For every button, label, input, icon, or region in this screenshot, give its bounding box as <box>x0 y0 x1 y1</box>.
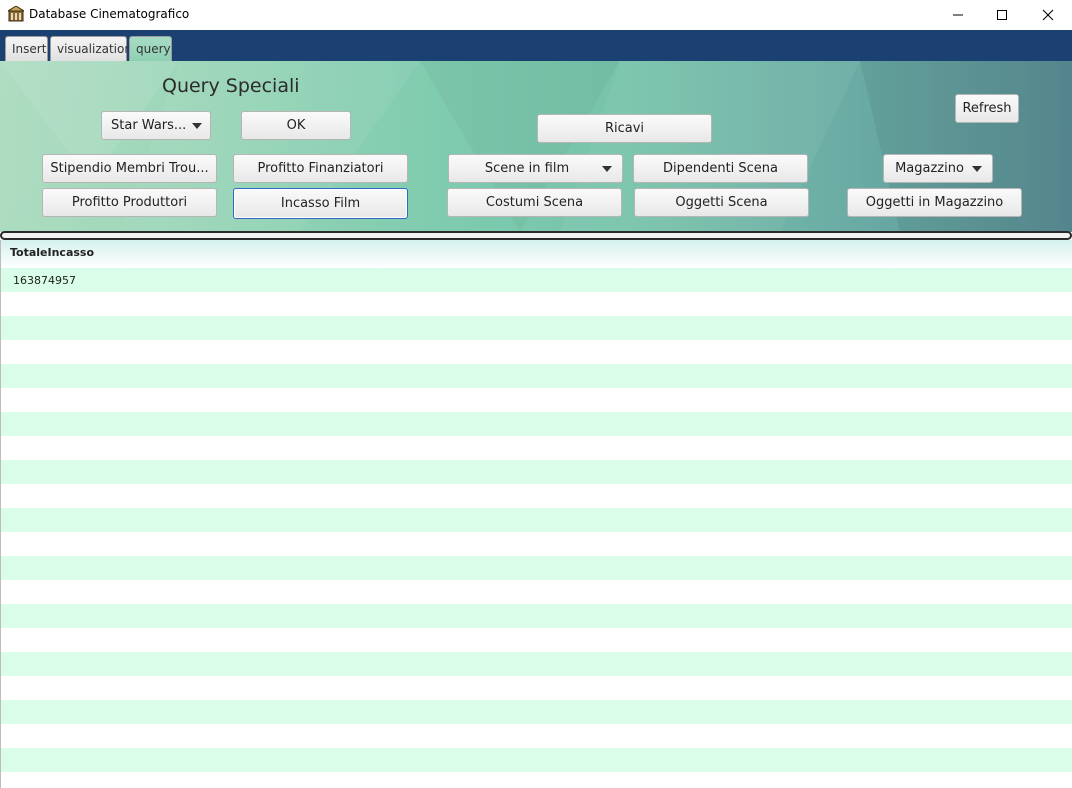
chevron-down-icon <box>192 122 203 129</box>
table-cell: 163874957 <box>13 274 76 287</box>
table-row[interactable] <box>1 436 1072 460</box>
ok-button[interactable]: OK <box>241 111 351 140</box>
table-row[interactable] <box>1 460 1072 484</box>
profitto-finanziatori-button[interactable]: Profitto Finanziatori <box>233 154 408 183</box>
table-row[interactable] <box>1 580 1072 604</box>
table-row[interactable] <box>1 556 1072 580</box>
app-window: Database Cinematografico Insert visualiz… <box>0 0 1072 788</box>
table-header: TotaleIncasso <box>1 240 1072 268</box>
close-icon <box>1042 9 1054 21</box>
close-button[interactable] <box>1025 0 1071 30</box>
table-row[interactable] <box>1 340 1072 364</box>
query-panel: Query Speciali Star Wars... OK Ricavi Re… <box>0 61 1072 232</box>
table-row[interactable]: 163874957 <box>1 268 1072 292</box>
table-row[interactable] <box>1 652 1072 676</box>
window-title: Database Cinematografico <box>29 7 190 21</box>
stipendio-membri-button[interactable]: Stipendio Membri Trou... <box>42 154 217 183</box>
maximize-icon <box>996 9 1008 21</box>
tab-insert[interactable]: Insert <box>5 36 48 61</box>
tab-query[interactable]: query <box>129 36 172 61</box>
table-row[interactable] <box>1 772 1072 788</box>
refresh-button[interactable]: Refresh <box>955 94 1019 123</box>
maximize-button[interactable] <box>979 0 1025 30</box>
chevron-down-icon <box>972 165 982 172</box>
dipendenti-scena-button[interactable]: Dipendenti Scena <box>633 154 808 183</box>
costumi-scena-button[interactable]: Costumi Scena <box>447 188 622 217</box>
table-row[interactable] <box>1 412 1072 436</box>
app-icon <box>6 5 26 22</box>
results-table: TotaleIncasso 163874957 <box>0 240 1072 788</box>
table-row[interactable] <box>1 316 1072 340</box>
column-header[interactable]: TotaleIncasso <box>10 246 94 259</box>
chevron-down-icon <box>602 165 612 172</box>
table-body: 163874957 <box>1 268 1072 788</box>
ricavi-button[interactable]: Ricavi <box>537 114 712 143</box>
panel-title: Query Speciali <box>162 75 300 97</box>
minimize-icon <box>952 9 964 21</box>
table-row[interactable] <box>1 628 1072 652</box>
tab-bar: Insert visualization query <box>0 30 1072 61</box>
film-select-value: Star Wars... <box>111 118 187 133</box>
profitto-produttori-button[interactable]: Profitto Produttori <box>42 188 217 217</box>
table-row[interactable] <box>1 508 1072 532</box>
minimize-button[interactable] <box>935 0 981 30</box>
magazzino-select[interactable]: Magazzino <box>883 154 993 183</box>
scene-select-value: Scene in film <box>484 161 570 176</box>
table-row[interactable] <box>1 292 1072 316</box>
film-select[interactable]: Star Wars... <box>101 111 211 140</box>
table-row[interactable] <box>1 604 1072 628</box>
magazzino-select-value: Magazzino <box>895 161 964 176</box>
oggetti-magazzino-button[interactable]: Oggetti in Magazzino <box>847 188 1022 217</box>
table-row[interactable] <box>1 484 1072 508</box>
table-row[interactable] <box>1 532 1072 556</box>
table-row[interactable] <box>1 364 1072 388</box>
table-row[interactable] <box>1 700 1072 724</box>
tab-visualization[interactable]: visualization <box>50 36 132 61</box>
table-row[interactable] <box>1 748 1072 772</box>
split-divider[interactable] <box>0 231 1072 240</box>
table-row[interactable] <box>1 676 1072 700</box>
oggetti-scena-button[interactable]: Oggetti Scena <box>634 188 809 217</box>
scene-select[interactable]: Scene in film <box>448 154 623 183</box>
table-row[interactable] <box>1 724 1072 748</box>
table-row[interactable] <box>1 388 1072 412</box>
incasso-film-button[interactable]: Incasso Film <box>233 188 408 219</box>
title-bar: Database Cinematografico <box>0 0 1072 30</box>
